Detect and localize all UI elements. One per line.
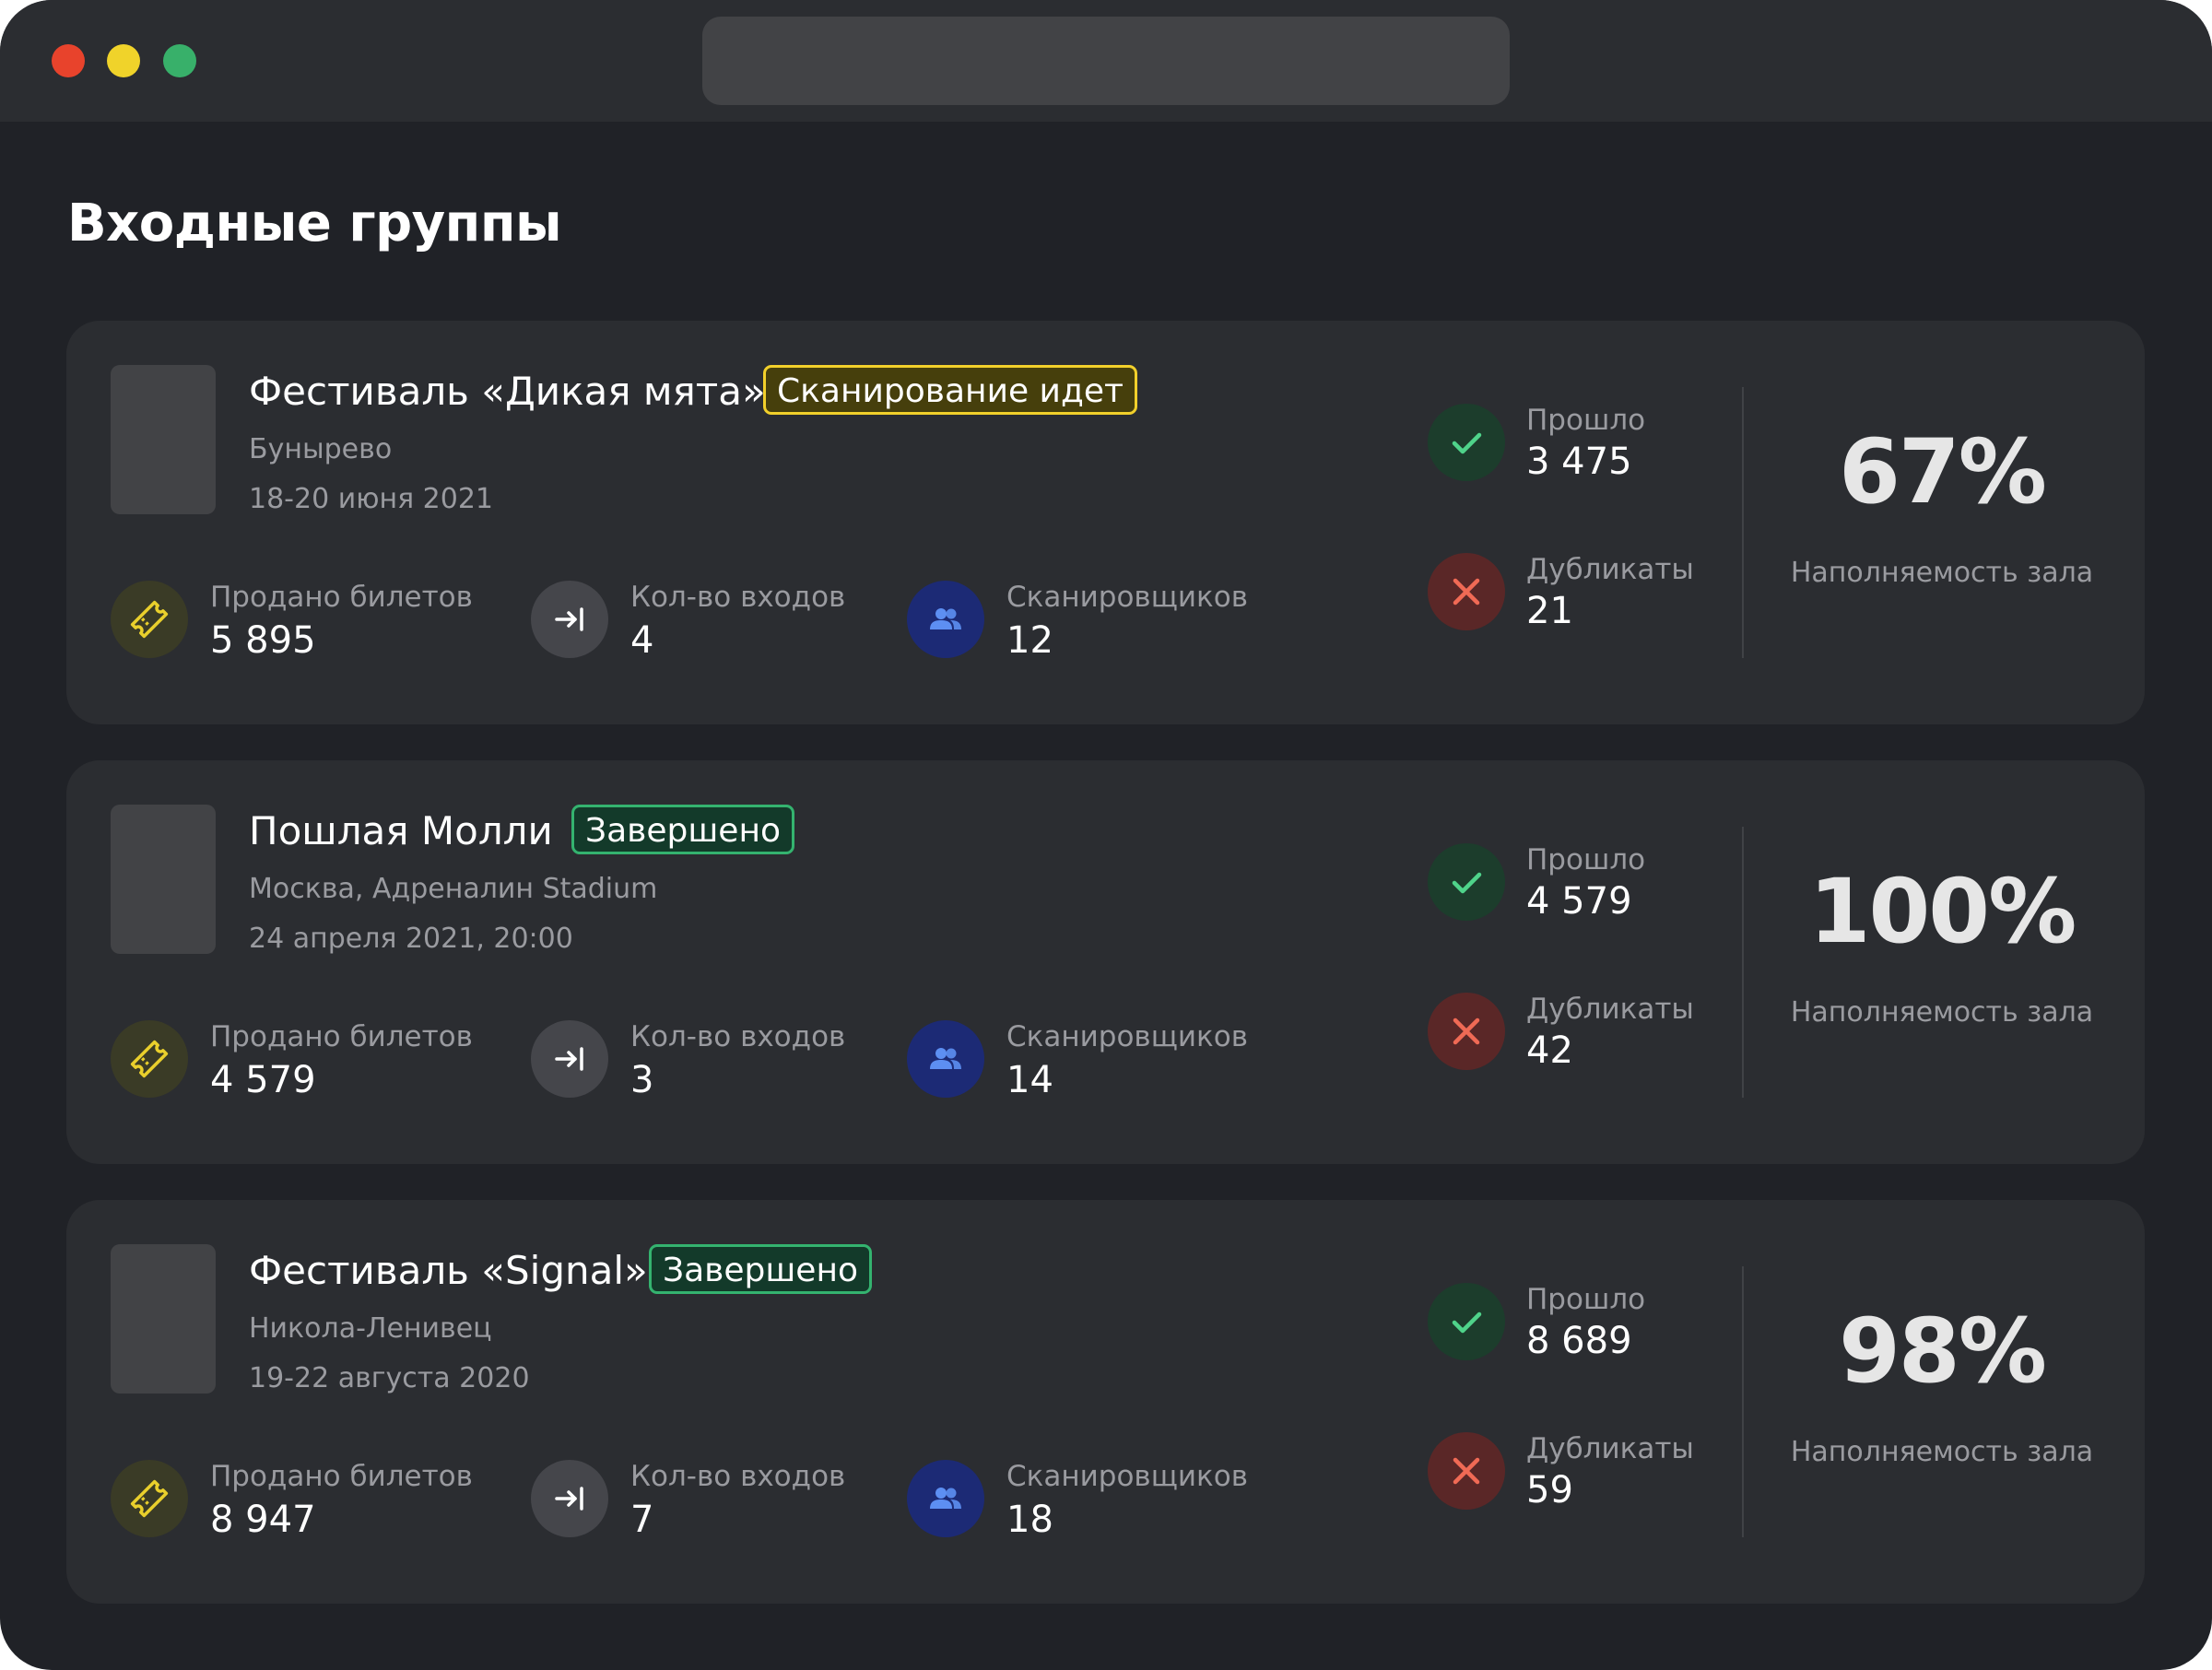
check-icon: [1428, 843, 1505, 921]
duplicates-label: Дубликаты: [1526, 993, 1694, 1026]
check-icon: [1428, 1283, 1505, 1360]
ticket-icon: [111, 1460, 188, 1537]
cross-icon: [1428, 1432, 1505, 1510]
occupancy-label: Наполняемость зала: [1790, 996, 2094, 1029]
duplicates-value: 59: [1526, 1469, 1573, 1511]
scanners-label: Сканировщиков: [1006, 1460, 1249, 1493]
tickets-sold-value: 5 895: [210, 619, 316, 662]
entrance-arrow-icon: [531, 581, 608, 658]
entrances-value: 7: [630, 1499, 654, 1541]
address-bar[interactable]: [702, 17, 1510, 105]
tickets-sold-label: Продано билетов: [210, 1460, 473, 1493]
scanners-label: Сканировщиков: [1006, 1020, 1249, 1053]
status-badge: Сканирование идет: [763, 365, 1137, 415]
scanners-label: Сканировщиков: [1006, 581, 1249, 614]
event-card[interactable]: Фестиваль «Signal» Завершено Никола-Лени…: [66, 1200, 2145, 1604]
entrances-value: 3: [630, 1059, 654, 1101]
occupancy-label: Наполняемость зала: [1790, 1436, 2094, 1468]
cross-icon: [1428, 993, 1505, 1070]
duplicates-label: Дубликаты: [1526, 553, 1694, 586]
occupancy-label: Наполняемость зала: [1790, 557, 2094, 589]
occupancy-percent: 67%: [1839, 420, 2047, 523]
event-name: Пошлая Молли: [249, 808, 553, 853]
event-date: 19-22 августа 2020: [249, 1362, 530, 1394]
entrances-value: 4: [630, 619, 654, 662]
entrances-label: Кол-во входов: [630, 1020, 846, 1053]
event-location: Бунырево: [249, 433, 393, 465]
occupancy-percent: 98%: [1839, 1300, 2047, 1403]
entrances-label: Кол-во входов: [630, 581, 846, 614]
passed-value: 4 579: [1526, 880, 1632, 923]
passed-value: 8 689: [1526, 1320, 1632, 1362]
tickets-sold-label: Продано билетов: [210, 1020, 473, 1053]
maximize-window-button[interactable]: [163, 44, 196, 77]
check-icon: [1428, 404, 1505, 481]
ticket-icon: [111, 1020, 188, 1098]
event-poster: [111, 365, 216, 514]
passed-label: Прошло: [1526, 1283, 1646, 1316]
passed-value: 3 475: [1526, 441, 1632, 483]
event-date: 24 апреля 2021, 20:00: [249, 923, 573, 955]
window-titlebar: [0, 0, 2212, 122]
close-window-button[interactable]: [52, 44, 85, 77]
event-card[interactable]: Фестиваль «Дикая мята» Сканирование идет…: [66, 321, 2145, 724]
occupancy-percent: 100%: [1808, 860, 2077, 963]
tickets-sold-label: Продано билетов: [210, 581, 473, 614]
ticket-icon: [111, 581, 188, 658]
page-title: Входные группы: [67, 194, 562, 253]
event-name: Фестиваль «Signal»: [249, 1248, 648, 1293]
event-date: 18-20 июня 2021: [249, 483, 494, 515]
status-badge: Завершено: [649, 1244, 873, 1294]
entrance-arrow-icon: [531, 1020, 608, 1098]
app-window: Входные группы Фестиваль «Дикая мята» Ск…: [0, 0, 2212, 1670]
scanners-value: 14: [1006, 1059, 1053, 1101]
scanners-value: 18: [1006, 1499, 1053, 1541]
tickets-sold-value: 4 579: [210, 1059, 316, 1101]
entrance-arrow-icon: [531, 1460, 608, 1537]
passed-label: Прошло: [1526, 843, 1646, 876]
tickets-sold-value: 8 947: [210, 1499, 316, 1541]
event-poster: [111, 1244, 216, 1394]
duplicates-value: 42: [1526, 1029, 1573, 1072]
event-name: Фестиваль «Дикая мята»: [249, 369, 766, 414]
card-divider: [1742, 1266, 1744, 1537]
users-icon: [907, 1460, 984, 1537]
status-badge: Завершено: [571, 805, 795, 854]
event-card[interactable]: Пошлая Молли Завершено Москва, Адреналин…: [66, 760, 2145, 1164]
duplicates-label: Дубликаты: [1526, 1432, 1694, 1465]
passed-label: Прошло: [1526, 404, 1646, 437]
card-divider: [1742, 387, 1744, 658]
event-location: Никола-Ленивец: [249, 1312, 492, 1345]
duplicates-value: 21: [1526, 590, 1573, 632]
card-divider: [1742, 827, 1744, 1098]
scanners-value: 12: [1006, 619, 1053, 662]
cross-icon: [1428, 553, 1505, 630]
users-icon: [907, 1020, 984, 1098]
users-icon: [907, 581, 984, 658]
entrances-label: Кол-во входов: [630, 1460, 846, 1493]
minimize-window-button[interactable]: [107, 44, 140, 77]
event-poster: [111, 805, 216, 954]
event-location: Москва, Адреналин Stadium: [249, 873, 658, 905]
